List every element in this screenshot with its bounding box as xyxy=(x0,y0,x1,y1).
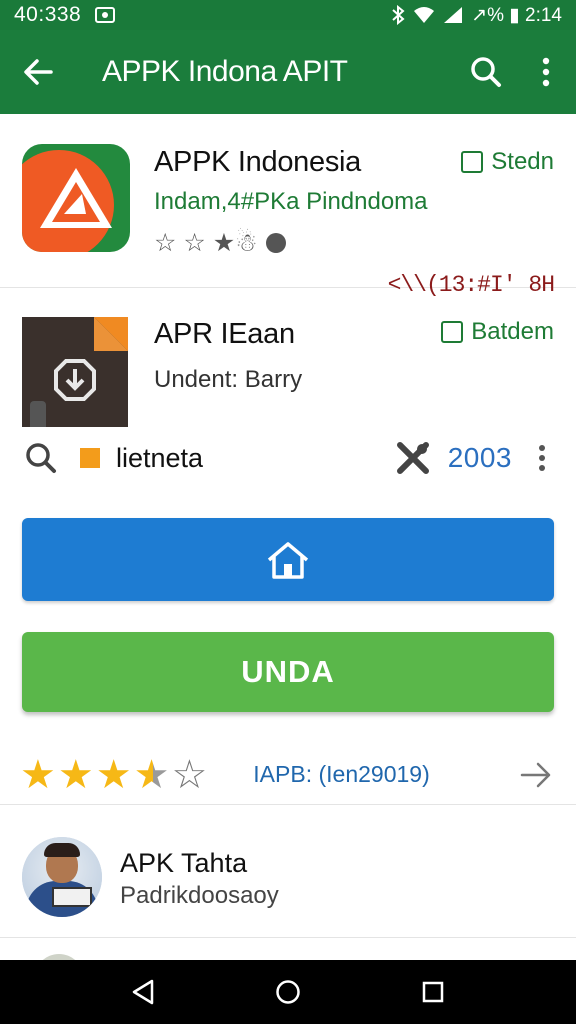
app-logo xyxy=(22,144,130,252)
category-label: lietneta xyxy=(116,442,204,473)
photo-icon xyxy=(95,7,116,23)
more-vert-icon xyxy=(542,57,550,87)
reviewer-name: APK Tahta xyxy=(120,848,248,878)
status-left: 40:338 xyxy=(14,3,116,27)
review-item[interactable]: APK Tahta Padrikdoosaoy xyxy=(0,822,576,938)
nav-home-icon xyxy=(276,980,300,1004)
version-number: 2003 xyxy=(447,442,512,473)
open-icon xyxy=(461,151,484,173)
check-icon xyxy=(441,321,464,343)
toolbar-row: lietneta 2003 xyxy=(0,430,576,486)
badge-label: Stedn xyxy=(491,148,554,175)
nav-back-button[interactable] xyxy=(123,972,163,1012)
wifi-icon xyxy=(414,7,435,23)
status-bar: 40:338 ↗% ▮ 2:14 xyxy=(0,0,576,30)
app-screen: 40:338 ↗% ▮ 2:14 APPK Indona APIT APPK I… xyxy=(0,0,576,1024)
rating-row[interactable]: ★ ★ ★ ★ ☆ IAPB: (Ien29019) xyxy=(0,745,576,805)
toolbar-right: 2003 xyxy=(396,438,576,478)
star-half-icon: ★ xyxy=(133,752,170,797)
search-icon xyxy=(26,443,56,473)
arrow-right-icon xyxy=(520,762,551,787)
system-nav-bar xyxy=(0,960,576,1024)
home-button[interactable] xyxy=(22,518,554,601)
status-time: 40:338 xyxy=(14,3,82,26)
app-bar: APPK Indona APIT xyxy=(0,30,576,114)
category-square-icon xyxy=(80,448,100,468)
star-rating: ★ ★ ★ ★ ☆ xyxy=(20,755,207,795)
status-right-text: ↗% ▮ 2:14 xyxy=(471,4,562,26)
shield-icon xyxy=(265,233,286,253)
list-item[interactable]: APPK Indonesia Indam,4#PKa Pindndoma Ste… xyxy=(0,114,576,298)
reviewer-subtitle: Padrikdoosaoy xyxy=(120,882,279,909)
more-options-button[interactable] xyxy=(522,438,562,478)
status-right: ↗% ▮ 2:14 xyxy=(391,4,562,27)
warning-triangle-icon xyxy=(40,168,112,228)
app-bar-actions xyxy=(456,30,576,114)
rating-summary: ☆ ☆ ★☃ xyxy=(154,228,286,258)
install-button[interactable]: UNDA xyxy=(22,632,554,712)
signal-icon xyxy=(444,7,463,23)
star-icon: ★ xyxy=(57,752,94,797)
app-name: APPK Indonesia xyxy=(154,146,361,178)
star-icon: ★ xyxy=(20,752,56,797)
app-developer: Undent: Barry xyxy=(154,366,303,393)
back-button[interactable] xyxy=(0,30,76,114)
back-arrow-icon xyxy=(24,59,53,85)
star-icon: ★ xyxy=(95,752,132,797)
avatar xyxy=(22,837,102,917)
star-empty-icon: ☆ xyxy=(171,752,208,797)
list-item[interactable]: APR IEaan Undent: Barry Batdem xyxy=(0,288,576,438)
nav-back-icon xyxy=(132,979,153,1005)
open-badge[interactable]: Stedn xyxy=(461,148,554,176)
nav-home-button[interactable] xyxy=(268,972,308,1012)
more-options-button[interactable] xyxy=(516,30,576,114)
download-shield-icon xyxy=(54,359,96,401)
home-icon xyxy=(267,541,309,579)
rating-arrow-button[interactable] xyxy=(518,757,554,793)
rating-count: IAPB: (Ien29019) xyxy=(253,761,430,787)
nav-recents-button[interactable] xyxy=(413,972,453,1012)
nav-recents-icon xyxy=(423,981,444,1003)
app-logo xyxy=(22,317,128,427)
more-vert-icon xyxy=(539,445,545,471)
tools-icon[interactable] xyxy=(396,441,430,475)
search-button[interactable] xyxy=(22,439,60,477)
page-title: APPK Indona APIT xyxy=(102,55,348,88)
app-developer: Indam,4#PKa Pindndoma xyxy=(154,188,428,215)
app-name: APR IEaan xyxy=(154,318,295,350)
rating-text: ☆ ☆ ★☃ xyxy=(154,229,258,257)
search-icon xyxy=(471,57,501,87)
search-button[interactable] xyxy=(456,30,516,114)
bluetooth-icon xyxy=(392,5,405,25)
badge-label: Batdem xyxy=(471,318,554,345)
next-item-peek xyxy=(0,938,576,960)
open-badge[interactable]: Batdem xyxy=(441,318,554,346)
